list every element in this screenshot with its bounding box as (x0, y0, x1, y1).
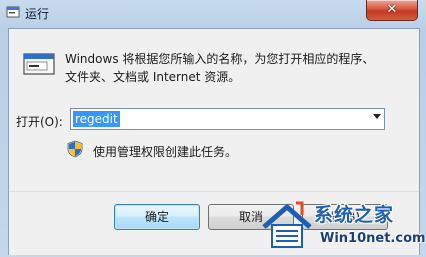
run-icon-small (6, 6, 20, 18)
house-logo-icon (262, 201, 312, 248)
run-program-icon (23, 53, 55, 75)
open-label: 打开(O): (16, 115, 63, 129)
window-title: 运行 (25, 7, 50, 21)
watermark-url: Win10net.com (320, 231, 426, 246)
site-watermark: 系统之家 Win10net.com (258, 193, 426, 257)
admin-notice: 使用管理权限创建此任务。 (93, 145, 238, 159)
command-input[interactable]: regedit (73, 111, 120, 127)
title-bar[interactable]: 运行 ✕ (0, 0, 426, 26)
description-line-2: 文件夹、文档或 Internet 资源。 (65, 70, 241, 84)
ok-button[interactable]: 确定 (114, 204, 200, 230)
chevron-down-icon[interactable] (373, 114, 381, 119)
close-button[interactable]: ✕ (366, 0, 418, 21)
run-dialog-window: 运行 ✕ Windows 将根据您所输入的名称，为您打开相应的程序、 文件夹、文… (0, 0, 426, 257)
command-combobox[interactable]: regedit (70, 108, 385, 130)
description-line-1: Windows 将根据您所输入的名称，为您打开相应的程序、 (65, 52, 375, 66)
uac-shield-icon (67, 140, 83, 158)
dialog-description: Windows 将根据您所输入的名称，为您打开相应的程序、 文件夹、文档或 In… (65, 50, 405, 86)
watermark-brand: 系统之家 (314, 204, 395, 226)
close-icon: ✕ (386, 2, 398, 17)
